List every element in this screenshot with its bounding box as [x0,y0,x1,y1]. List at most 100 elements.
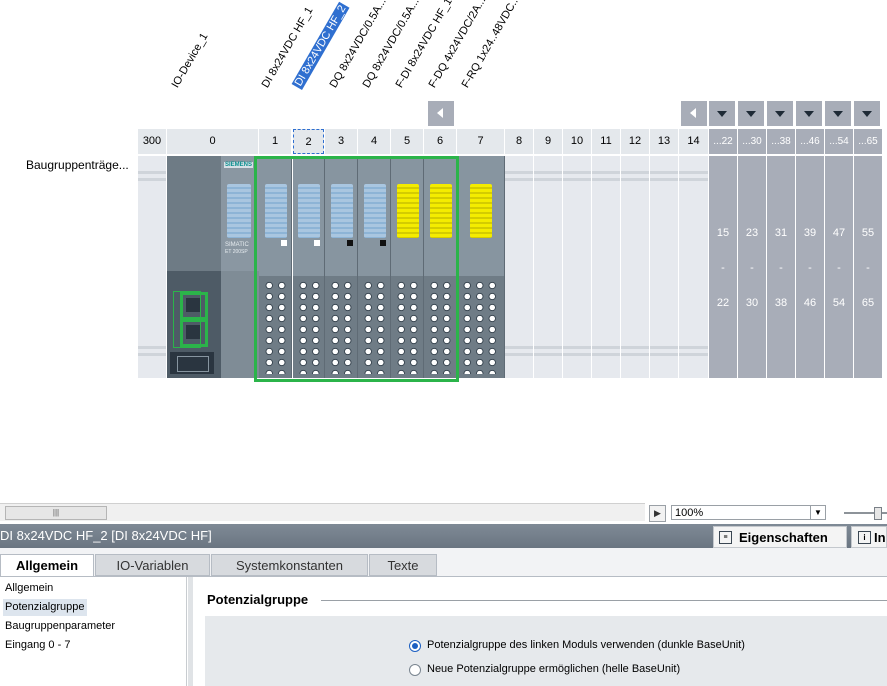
slot-number: 5 [391,129,424,154]
module-brand: SIEMENS [224,162,254,168]
radio-new-potential[interactable] [409,664,421,676]
module-sub: ET 200SP [225,249,248,255]
slot-number: 4 [358,129,391,154]
info-tab[interactable]: i In [851,526,887,548]
zoom-slider[interactable] [844,507,887,520]
module-frq[interactable] [457,156,505,378]
slot-number: 300 [138,129,167,154]
rack-label: Baugruppenträge... [26,158,129,172]
slot-number: 9 [534,129,563,154]
range-end: 22 [716,297,730,309]
ethernet-port-1-icon[interactable] [186,298,200,312]
potential-group-highlight [254,156,459,382]
empty-slot[interactable] [621,156,650,378]
zoom-value: 100% [675,507,704,519]
empty-slot[interactable] [563,156,592,378]
expand-slots-button-5[interactable] [825,101,851,126]
range-sep: - [750,262,754,274]
properties-label: Eigenschaften [739,530,828,545]
range-start: 47 [832,227,846,239]
slot-number: 14 [679,129,709,154]
expansion-slot-header: ...46 [796,129,825,154]
chevron-down-icon[interactable]: ▼ [810,506,825,519]
range-sep: - [837,262,841,274]
expansion-slot-header: ...54 [825,129,854,154]
expansion-column[interactable]: 47 - 54 [825,156,854,378]
expansion-slot-header: ...22 [709,129,738,154]
range-start: 39 [803,227,817,239]
horizontal-scrollbar[interactable]: ||| [0,503,645,521]
nav-potenzialgruppe[interactable]: Potenzialgruppe [3,599,87,616]
radio-use-left-potential[interactable] [409,640,421,652]
expansion-column[interactable]: 31 - 38 [767,156,796,378]
nav-eingang[interactable]: Eingang 0 - 7 [3,637,72,654]
zoom-select[interactable]: 100% ▼ [671,505,826,520]
tab-texte[interactable]: Texte [369,554,437,576]
range-sep: - [866,262,870,274]
device-label-io-device[interactable]: IO-Device_1 [170,31,211,90]
properties-tab[interactable]: ≡ Eigenschaften [713,526,847,548]
module-label-strip [227,184,251,238]
tab-systemkonstanten[interactable]: Systemkonstanten [211,554,368,576]
range-start: 23 [745,227,759,239]
zoom-slider-handle[interactable] [874,507,882,520]
range-end: 30 [745,297,759,309]
slot-number: 1 [259,129,292,154]
empty-slot[interactable] [650,156,679,378]
section-header: Potenzialgruppe [195,584,887,614]
slot-number-selected: 2 [293,129,324,154]
range-end: 38 [774,297,788,309]
module-model: SIMATIC [225,242,249,248]
radio-label-1: Potenzialgruppe des linken Moduls verwen… [427,639,745,651]
expansion-slot-header: ...38 [767,129,796,154]
range-sep: - [808,262,812,274]
slot-number: 10 [563,129,592,154]
expand-slots-button-2[interactable] [738,101,764,126]
info-icon: i [858,531,871,544]
expansion-slot-header: ...65 [854,129,883,154]
slot-300-column[interactable] [138,156,167,378]
inspector-title: DI 8x24VDC HF_2 [DI 8x24VDC HF] [0,528,212,543]
expansion-column[interactable]: 23 - 30 [738,156,767,378]
scrollbar-thumb[interactable]: ||| [5,506,107,520]
properties-icon: ≡ [719,531,732,544]
slot-number: 11 [592,129,621,154]
ethernet-port-2-icon[interactable] [186,325,200,339]
tab-allgemein[interactable]: Allgemein [0,554,94,576]
empty-slot[interactable] [592,156,621,378]
expansion-slot-header: ...30 [738,129,767,154]
empty-slot[interactable] [505,156,534,378]
nav-baugruppenparameter[interactable]: Baugruppenparameter [3,618,117,635]
empty-slot[interactable] [534,156,563,378]
slot-number: 3 [325,129,358,154]
collapse-left-button[interactable] [428,101,454,126]
section-body [205,616,887,686]
range-end: 54 [832,297,846,309]
expand-slots-button-6[interactable] [854,101,880,126]
expand-slots-button-1[interactable] [709,101,735,126]
section-title: Potenzialgruppe [207,592,309,607]
range-sep: - [721,262,725,274]
slot-number: 13 [650,129,679,154]
nav-splitter[interactable] [188,577,193,686]
tab-io-variablen[interactable]: IO-Variablen [95,554,210,576]
expand-slots-button-4[interactable] [796,101,822,126]
expansion-column[interactable]: 15 - 22 [709,156,738,378]
slot-number: 12 [621,129,650,154]
slot-number: 6 [424,129,457,154]
range-end: 46 [803,297,817,309]
collapse-left-button-2[interactable] [681,101,707,126]
slot-number: 8 [505,129,534,154]
range-start: 55 [861,227,875,239]
range-start: 31 [774,227,788,239]
expansion-column[interactable]: 55 - 65 [854,156,883,378]
slot-number: 0 [167,129,259,154]
range-end: 65 [861,297,875,309]
expansion-column[interactable]: 39 - 46 [796,156,825,378]
empty-slot[interactable] [679,156,709,378]
expand-slots-button-3[interactable] [767,101,793,126]
nav-allgemein[interactable]: Allgemein [3,580,55,597]
radio-label-2: Neue Potenzialgruppe ermöglichen (helle … [427,663,681,675]
slot-number: 7 [457,129,505,154]
scroll-right-button[interactable]: ▶ [649,505,666,522]
